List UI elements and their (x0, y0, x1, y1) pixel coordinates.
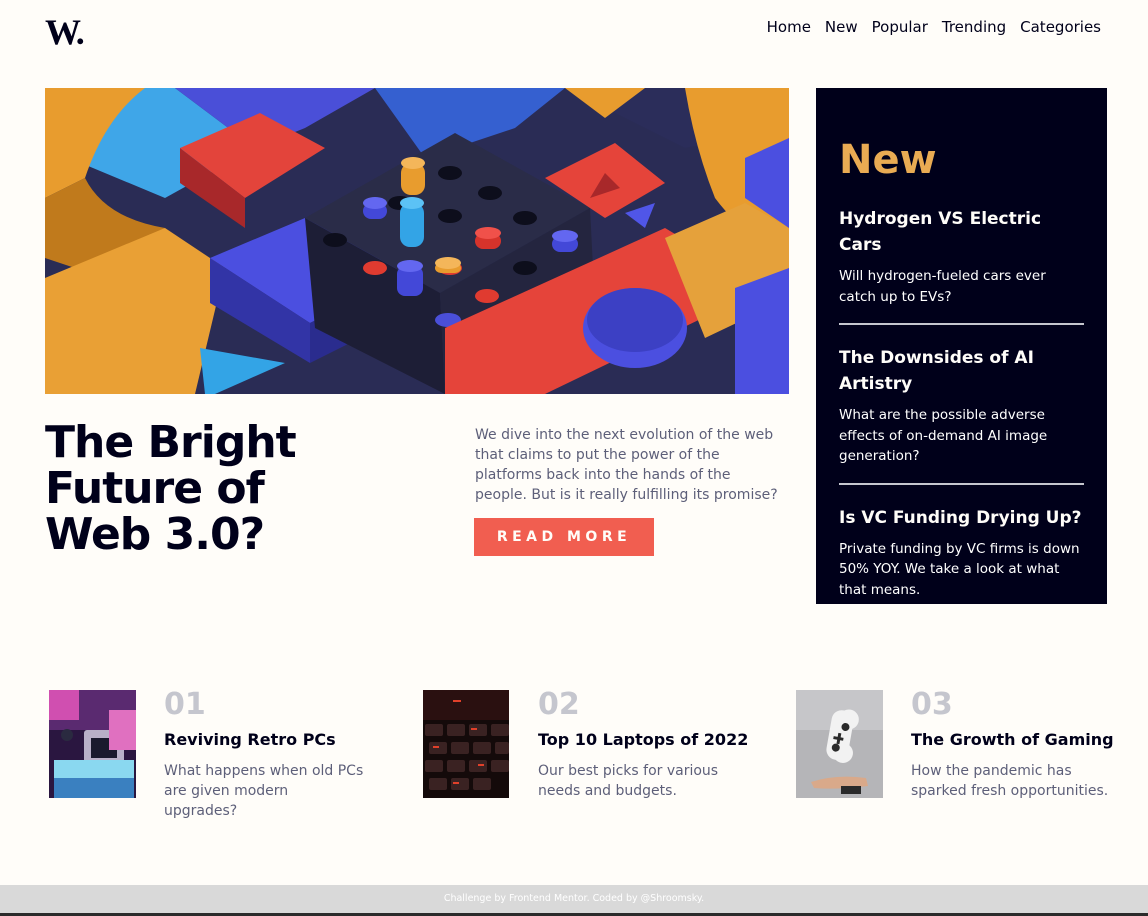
card-number: 02 (538, 687, 580, 722)
card-title[interactable]: Top 10 Laptops of 2022 (538, 730, 748, 750)
card-title[interactable]: Reviving Retro PCs (164, 730, 336, 750)
new-articles-panel: New Hydrogen VS Electric Cars Will hydro… (816, 88, 1107, 604)
new-item[interactable]: The Downsides of AI Artistry What are th… (839, 345, 1084, 467)
new-item-title[interactable]: The Downsides of AI Artistry (839, 345, 1039, 397)
read-more-button[interactable]: READ MORE (474, 518, 654, 556)
nav-new[interactable]: New (825, 18, 858, 36)
divider (839, 482, 1084, 485)
nav-popular[interactable]: Popular (872, 18, 928, 36)
card-number: 03 (911, 687, 953, 722)
retro-pc-thumbnail[interactable] (49, 690, 136, 798)
new-item-text: Private funding by VC firms is down 50% … (839, 540, 1080, 598)
card-number: 01 (164, 687, 206, 722)
new-item-title[interactable]: Hydrogen VS Electric Cars (839, 206, 1084, 258)
main-nav: Home New Popular Trending Categories (767, 18, 1101, 36)
new-item-text: What are the possible adverse effects of… (839, 407, 1048, 464)
nav-categories[interactable]: Categories (1020, 18, 1101, 36)
footer-attribution: Challenge by Frontend Mentor. Coded by @… (0, 885, 1148, 913)
article-card[interactable]: 01 Reviving Retro PCs What happens when … (49, 687, 369, 819)
site-logo[interactable]: W. (45, 14, 85, 50)
hero-image (45, 88, 789, 394)
card-description: What happens when old PCs are given mode… (164, 763, 364, 819)
hero-description: We dive into the next evolution of the w… (475, 427, 778, 503)
new-item-title[interactable]: Is VC Funding Drying Up? (839, 505, 1084, 531)
new-item-text: Will hydrogen-fueled cars ever catch up … (839, 268, 1046, 305)
laptop-keyboard-thumbnail[interactable] (423, 690, 509, 798)
card-description: Our best picks for various needs and bud… (538, 763, 719, 799)
hero-title: The Bright Future of Web 3.0? (45, 417, 297, 560)
article-card[interactable]: 03 The Growth of Gaming How the pandemic… (796, 690, 1116, 800)
card-description: How the pandemic has sparked fresh oppor… (911, 763, 1109, 799)
article-card[interactable]: 02 Top 10 Laptops of 2022 Our best picks… (423, 687, 748, 800)
card-title[interactable]: The Growth of Gaming (911, 730, 1114, 750)
new-panel-heading: New (839, 137, 937, 183)
divider (839, 323, 1084, 325)
new-item[interactable]: Is VC Funding Drying Up? Private funding… (839, 505, 1084, 601)
game-controller-thumbnail[interactable] (796, 690, 883, 798)
nav-trending[interactable]: Trending (942, 18, 1006, 36)
nav-home[interactable]: Home (767, 18, 811, 36)
new-item[interactable]: Hydrogen VS Electric Cars Will hydrogen-… (839, 206, 1084, 307)
